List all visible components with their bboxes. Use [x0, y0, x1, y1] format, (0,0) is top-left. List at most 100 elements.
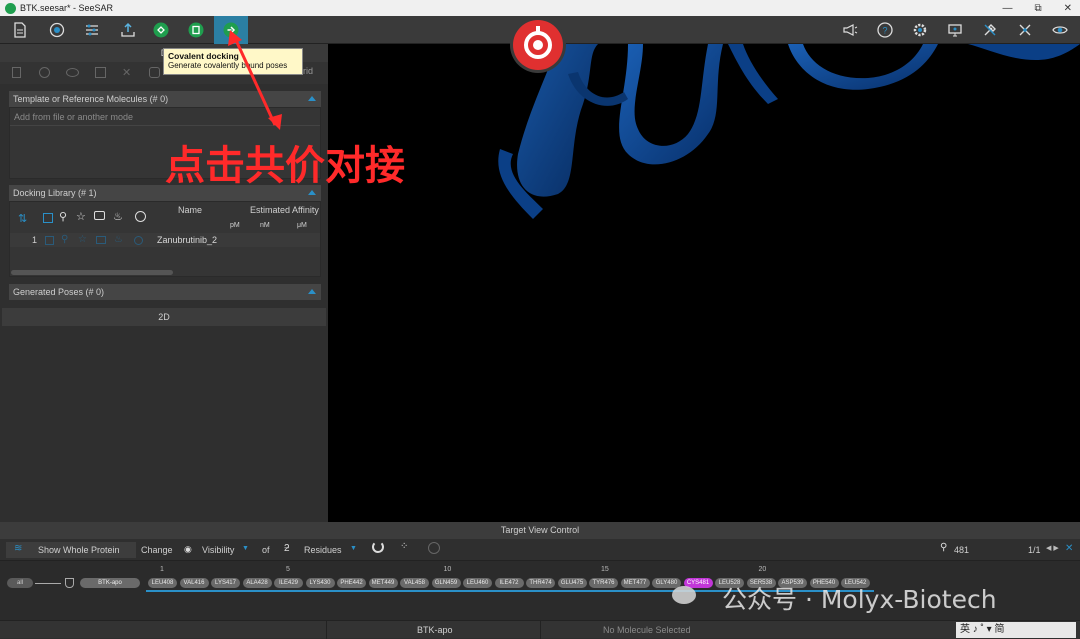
star-icon[interactable]: ☆: [76, 210, 86, 223]
3d-viewer[interactable]: [328, 44, 1080, 522]
residue-chip[interactable]: LYS417: [211, 578, 240, 588]
sequence-tick-label: 5: [286, 566, 290, 573]
block-icon[interactable]: [39, 67, 50, 78]
residue-chip[interactable]: MET449: [368, 578, 398, 588]
window-title: BTK.seesar* - SeeSAR: [20, 3, 114, 13]
dots-icon[interactable]: ⁘: [400, 541, 408, 552]
unit-nm: nM: [260, 222, 270, 229]
comment-icon[interactable]: [96, 236, 106, 244]
protein-ribbon-image: [498, 44, 1080, 219]
poses-section-header[interactable]: Generated Poses (# 0): [9, 284, 321, 300]
file-icon[interactable]: [10, 20, 30, 40]
display-icon[interactable]: [945, 20, 965, 40]
show-whole-protein-label: Show Whole Protein: [38, 545, 120, 555]
residue-chip[interactable]: VAL416: [179, 578, 209, 588]
close-button[interactable]: ✕: [1064, 3, 1072, 14]
residue-icon: ƻ: [284, 543, 290, 554]
residue-chip[interactable]: MET477: [620, 578, 650, 588]
template-section-title: Template or Reference Molecules (# 0): [13, 94, 169, 104]
row-checkbox[interactable]: [45, 236, 54, 245]
eye-icon: ◉: [184, 544, 192, 554]
poses-section-title: Generated Poses (# 0): [13, 287, 105, 297]
all-chip[interactable]: all: [7, 578, 33, 588]
residue-chip[interactable]: PHE442: [337, 578, 366, 588]
pocket-icon[interactable]: [428, 542, 440, 554]
help-icon[interactable]: ?: [875, 20, 895, 40]
watermark-text: 公众号 · Molyx-Biotech: [722, 585, 997, 614]
palette-icon[interactable]: [134, 236, 143, 245]
inspirator-mode-icon[interactable]: [186, 20, 206, 40]
table-row[interactable]: 1 ⚲ ☆ ♨ Zanubrutinib_2: [10, 233, 320, 247]
restore-button[interactable]: ⧉: [1034, 3, 1041, 14]
horizontal-scrollbar[interactable]: [11, 270, 173, 275]
connector-line: [35, 583, 61, 584]
tools-small-icon[interactable]: ✕: [122, 66, 131, 79]
protein-icon: ≋: [14, 543, 23, 554]
settings-sliders-icon[interactable]: [82, 20, 102, 40]
sequence-tick-label: 10: [443, 566, 452, 573]
eye-icon[interactable]: [1050, 20, 1070, 40]
star-icon[interactable]: ☆: [78, 234, 87, 245]
residue-chip[interactable]: ILE429: [274, 578, 303, 588]
clear-search-icon[interactable]: ✕: [1065, 543, 1073, 554]
residue-chip[interactable]: ALA428: [242, 578, 272, 588]
chain-chip[interactable]: BTK-apo: [80, 578, 140, 588]
search-icon: ⚲: [940, 542, 948, 553]
residues-label: Residues: [304, 545, 342, 555]
docking-mode-icon[interactable]: [151, 20, 171, 40]
shield-icon[interactable]: [65, 578, 74, 588]
flame-icon[interactable]: ♨: [114, 234, 123, 245]
residue-chip[interactable]: LEU408: [148, 578, 177, 588]
residue-chip[interactable]: LEU460: [463, 578, 492, 588]
wrench-icon[interactable]: [1015, 20, 1035, 40]
sort-icon[interactable]: ⇅: [18, 212, 27, 225]
flame-icon[interactable]: ♨: [113, 210, 123, 223]
show-whole-protein-button[interactable]: ≋ Show Whole Protein: [6, 542, 136, 558]
col-affinity-header[interactable]: Estimated Affinity: [250, 205, 319, 215]
save-icon[interactable]: [95, 67, 106, 78]
gear-icon[interactable]: [910, 20, 930, 40]
svg-text:?: ?: [882, 26, 887, 36]
residue-chip[interactable]: GLU475: [557, 578, 587, 588]
residue-chip[interactable]: VAL458: [400, 578, 429, 588]
residue-chip[interactable]: LYS430: [305, 578, 335, 588]
palette-icon[interactable]: [149, 67, 160, 78]
row-index: 1: [32, 235, 38, 245]
pin-icon[interactable]: ⚲: [59, 210, 67, 223]
visibility-dropdown[interactable]: ◉ Visibility ▼: [178, 542, 254, 558]
minimize-button[interactable]: —: [1002, 3, 1012, 14]
prev-next-icon[interactable]: ◀ ▶: [1046, 544, 1059, 552]
pin-icon[interactable]: ⚲: [61, 234, 68, 245]
tab-2d[interactable]: 2D: [2, 308, 326, 326]
announcement-icon[interactable]: [840, 20, 860, 40]
comment-icon[interactable]: [94, 211, 105, 220]
residue-search-input[interactable]: 481: [954, 545, 1014, 555]
unit-pm: pM: [230, 222, 240, 229]
watermark: 公众号 · Molyx-Biotech: [672, 580, 997, 616]
delete-icon[interactable]: [12, 67, 21, 78]
library-table: ⇅ ⚲ ☆ ♨ Name Estimated Affinity pM nM μM…: [9, 201, 321, 277]
molecule-icon[interactable]: [47, 20, 67, 40]
ime-tray[interactable]: 英 ♪ ˚ ▾ 简: [956, 622, 1076, 638]
search-page-indicator: 1/1: [1028, 545, 1041, 555]
eye-visibility-icon[interactable]: [66, 68, 79, 77]
status-molecule: No Molecule Selected: [603, 625, 691, 635]
collapse-icon[interactable]: [308, 96, 316, 101]
reset-view-icon[interactable]: [372, 541, 384, 553]
tools-icon[interactable]: [980, 20, 1000, 40]
residue-chip[interactable]: TYR476: [589, 578, 618, 588]
target-view-toolbar: ≋ Show Whole Protein Change ◉ Visibility…: [0, 539, 1080, 561]
residue-chip[interactable]: THR474: [526, 578, 555, 588]
residues-dropdown[interactable]: ƻ Residues ▼: [280, 542, 364, 558]
sequence-tick-label: 20: [758, 566, 767, 573]
palette-icon[interactable]: [135, 211, 146, 222]
status-bar: BTK-apo No Molecule Selected 英 ♪ ˚ ▾ 简: [0, 620, 1080, 639]
select-all-checkbox[interactable]: [43, 213, 53, 223]
residue-chip[interactable]: GLN459: [431, 578, 461, 588]
app-icon: [5, 2, 16, 14]
residue-chip[interactable]: ILE472: [494, 578, 524, 588]
col-name-header[interactable]: Name: [178, 205, 202, 215]
collapse-icon[interactable]: [308, 289, 316, 294]
upload-icon[interactable]: [118, 20, 138, 40]
main-toolbar: ?: [0, 16, 1080, 70]
